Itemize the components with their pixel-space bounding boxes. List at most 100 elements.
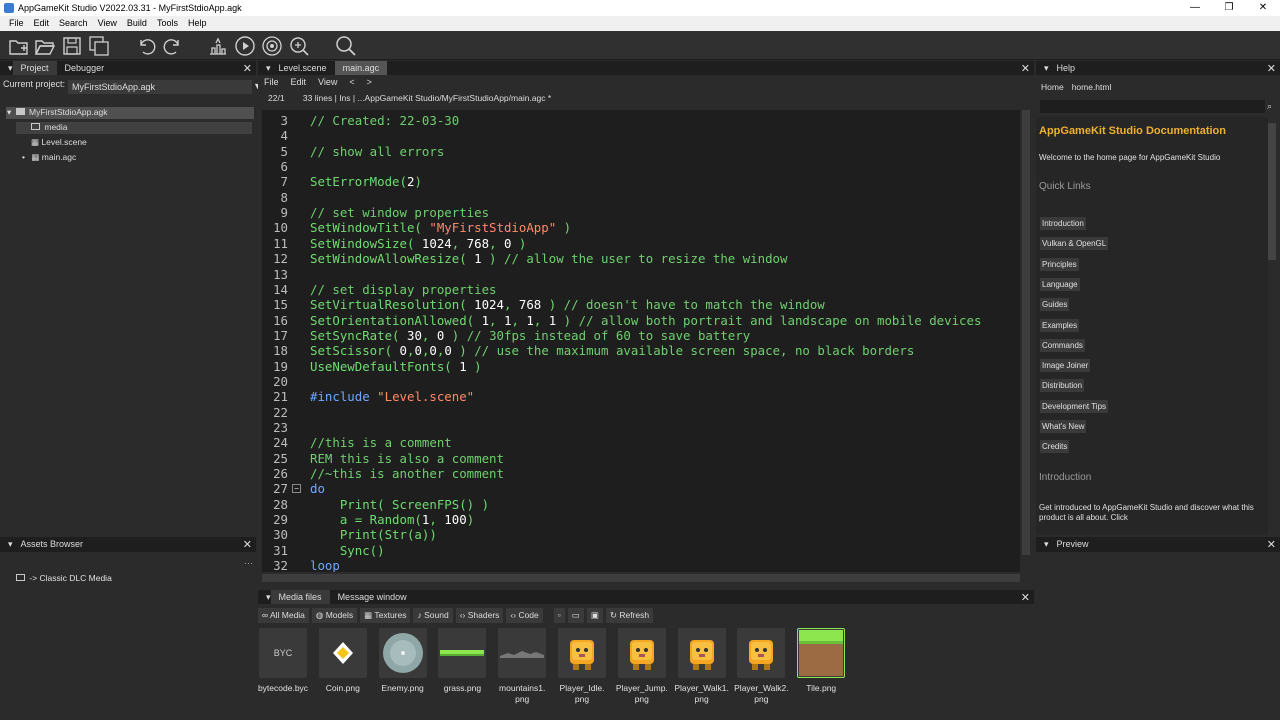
tree-item-level-scene[interactable]: ▦ Level.scene [31, 137, 87, 148]
view-list-icon[interactable]: ▭ [567, 608, 584, 623]
close-icon[interactable]: ✕ [1267, 62, 1276, 75]
filter-shaders[interactable]: ‹› Shaders [455, 608, 504, 623]
menu-search[interactable]: Search [54, 16, 93, 31]
filter-sound[interactable]: ♪ Sound [413, 608, 453, 623]
code-line[interactable]: 30 Print(Str(a)) [262, 527, 1020, 542]
help-link[interactable]: Development Tips [1040, 399, 1109, 413]
vertical-scrollbar[interactable] [1022, 110, 1030, 555]
redo-icon[interactable] [162, 35, 184, 57]
code-line[interactable]: 14 // set display properties [262, 282, 1020, 297]
close-icon[interactable]: ✕ [1267, 538, 1276, 551]
editor-menu-edit[interactable]: Edit [285, 77, 313, 91]
help-link[interactable]: Language [1040, 277, 1080, 291]
help-home-link[interactable]: Home [1041, 82, 1064, 92]
tree-item-main-agc[interactable]: • ▦ main.agc [22, 152, 76, 163]
media-thumbnail[interactable] [378, 628, 427, 678]
maximize-button[interactable]: ❐ [1212, 0, 1246, 16]
refresh-button[interactable]: ↻ Refresh [605, 608, 654, 623]
close-button[interactable]: ✕ [1246, 0, 1280, 16]
code-editor[interactable]: 3 // Created: 22-03-30 4 5 // show all error… [262, 110, 1020, 572]
code-line[interactable]: 8 [262, 190, 1020, 205]
tab-message-window[interactable]: Message window [330, 590, 415, 605]
horizontal-scrollbar[interactable] [262, 574, 1020, 582]
filter-all-media[interactable]: ∞ All Media [258, 608, 309, 623]
media-thumbnail[interactable] [677, 628, 726, 678]
undo-icon[interactable] [135, 35, 157, 57]
close-icon[interactable]: ✕ [243, 538, 252, 551]
help-search-input[interactable] [1040, 100, 1265, 113]
editor-menu-view[interactable]: View [312, 77, 343, 91]
help-scrollbar[interactable] [1268, 123, 1276, 260]
code-line[interactable]: 31 Sync() [262, 543, 1020, 558]
more-icon[interactable]: ··· [244, 558, 253, 568]
help-link[interactable]: Vulkan & OpenGL [1040, 237, 1109, 251]
help-link[interactable]: What's New [1040, 420, 1087, 433]
media-thumbnail[interactable] [498, 628, 547, 678]
broadcast-icon[interactable] [261, 35, 283, 57]
tree-item-project[interactable]: ▾ MyFirstStdioApp.agk [6, 107, 254, 119]
code-line[interactable]: 19 UseNewDefaultFonts( 1 ) [262, 359, 1020, 374]
media-thumbnail[interactable] [797, 628, 846, 678]
code-line[interactable]: 13 [262, 267, 1020, 282]
code-line[interactable]: 26 //~this is another comment [262, 466, 1020, 481]
code-line[interactable]: 16 SetOrientationAllowed( 1, 1, 1, 1 ) //… [262, 313, 1020, 328]
media-thumbnail[interactable]: BYC [259, 628, 307, 678]
chevron-down-icon[interactable]: ▾ [7, 107, 11, 117]
filter-textures[interactable]: ▦ Textures [360, 608, 411, 623]
code-line[interactable]: 6 [262, 159, 1020, 174]
code-line[interactable]: 12 SetWindowAllowResize( 1 ) // allow the… [262, 251, 1020, 266]
build-icon[interactable] [207, 35, 229, 57]
code-line[interactable]: 9 // set window properties [262, 205, 1020, 220]
view-small-icon[interactable]: ▫ [553, 608, 565, 623]
search-icon[interactable] [335, 35, 357, 57]
fold-toggle-icon[interactable]: − [292, 484, 301, 494]
open-icon[interactable] [34, 35, 56, 57]
help-link[interactable]: Guides [1040, 298, 1070, 312]
code-line[interactable]: 7 SetErrorMode(2) [262, 174, 1020, 189]
minimize-button[interactable]: — [1178, 0, 1212, 16]
code-line[interactable]: 11 SetWindowSize( 1024, 768, 0 ) [262, 236, 1020, 251]
menu-edit[interactable]: Edit [29, 16, 55, 31]
code-line[interactable]: 18 SetScissor( 0,0,0,0 ) // use the maxim… [262, 343, 1020, 358]
tab-debugger[interactable]: Debugger [57, 61, 113, 76]
code-line[interactable]: 28 Print( ScreenFPS() ) [262, 497, 1020, 512]
filter-code[interactable]: ‹› Code [506, 608, 543, 623]
code-line[interactable]: 10 SetWindowTitle( "MyFirstStdioApp" ) [262, 220, 1020, 235]
code-line[interactable]: 21 #include "Level.scene" [262, 389, 1020, 404]
code-line[interactable]: 27 do − [262, 481, 1020, 496]
media-thumbnail[interactable] [617, 628, 666, 678]
filter-models[interactable]: ◍ Models [311, 608, 358, 623]
help-link[interactable]: Image Joiner [1040, 359, 1091, 373]
help-link[interactable]: Commands [1040, 338, 1085, 352]
assets-item[interactable]: -> Classic DLC Media [16, 573, 112, 583]
help-link[interactable]: Principles [1040, 257, 1079, 271]
close-icon[interactable]: ✕ [1021, 591, 1030, 604]
code-line[interactable]: 15 SetVirtualResolution( 1024, 768 ) // d… [262, 297, 1020, 312]
tree-item-media[interactable]: media [16, 122, 252, 134]
code-line[interactable]: 24 //this is a comment [262, 435, 1020, 450]
close-icon[interactable]: ✕ [243, 62, 252, 75]
tab-level-scene[interactable]: Level.scene [271, 61, 335, 76]
menu-view[interactable]: View [93, 16, 122, 31]
help-link[interactable]: Distribution [1040, 379, 1085, 393]
menu-build[interactable]: Build [122, 16, 152, 31]
code-line[interactable]: 20 [262, 374, 1020, 389]
tab-media-files[interactable]: Media files [270, 590, 330, 605]
run-icon[interactable] [234, 35, 256, 57]
code-line[interactable]: 23 [262, 420, 1020, 435]
forward-button[interactable]: > [361, 77, 378, 91]
code-line[interactable]: 32 loop [262, 558, 1020, 572]
editor-menu-file[interactable]: File [258, 77, 285, 91]
media-thumbnail[interactable] [558, 628, 606, 678]
tab-main-agc[interactable]: main.agc [334, 61, 388, 76]
search-icon[interactable]: ⌕ [1267, 101, 1272, 112]
current-project-select[interactable]: MyFirstStdioApp.agk ▼ [68, 80, 262, 94]
code-line[interactable]: 29 a = Random(1, 100) [262, 512, 1020, 527]
close-icon[interactable]: ✕ [1021, 62, 1030, 75]
code-line[interactable]: 5 // show all errors [262, 144, 1020, 159]
save-all-icon[interactable] [88, 35, 110, 57]
tab-project[interactable]: Project [12, 61, 57, 76]
code-line[interactable]: 3 // Created: 22-03-30 [262, 113, 1020, 128]
new-project-icon[interactable] [8, 35, 30, 57]
menu-file[interactable]: File [4, 16, 29, 31]
